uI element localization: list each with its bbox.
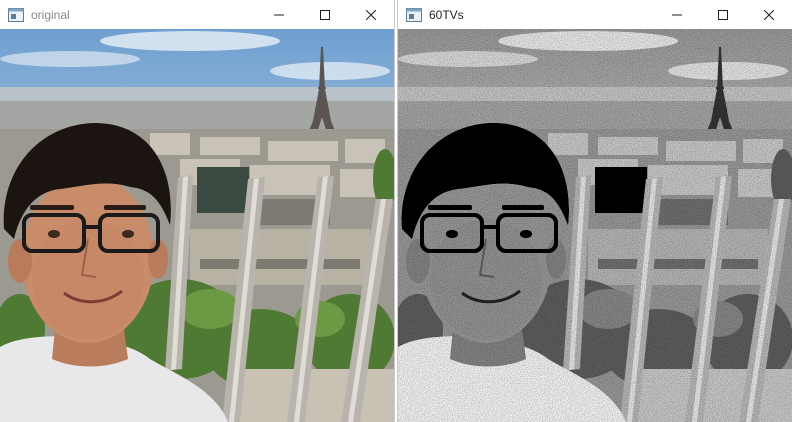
minimize-button[interactable]: [654, 0, 700, 29]
close-icon: [764, 9, 774, 20]
denoised-photo: [398, 29, 792, 422]
app-window-icon: [8, 7, 24, 23]
minimize-button[interactable]: [256, 0, 302, 29]
original-photo: [0, 29, 394, 422]
maximize-button[interactable]: [700, 0, 746, 29]
denoised-image-area: [398, 29, 792, 422]
maximize-icon: [320, 9, 330, 20]
minimize-icon: [274, 14, 284, 15]
minimize-icon: [672, 14, 682, 15]
maximize-button[interactable]: [302, 0, 348, 29]
original-titlebar[interactable]: original: [0, 0, 394, 29]
maximize-icon: [718, 9, 728, 20]
app-window-icon: [406, 7, 422, 23]
close-button[interactable]: [348, 0, 394, 29]
denoised-window[interactable]: 60TVs: [397, 0, 792, 422]
window-title: 60TVs: [429, 7, 464, 22]
close-icon: [366, 9, 376, 20]
denoised-titlebar[interactable]: 60TVs: [398, 0, 792, 29]
original-window[interactable]: original: [0, 0, 395, 422]
window-title: original: [31, 7, 70, 22]
original-image-area: [0, 29, 394, 422]
close-button[interactable]: [746, 0, 792, 29]
